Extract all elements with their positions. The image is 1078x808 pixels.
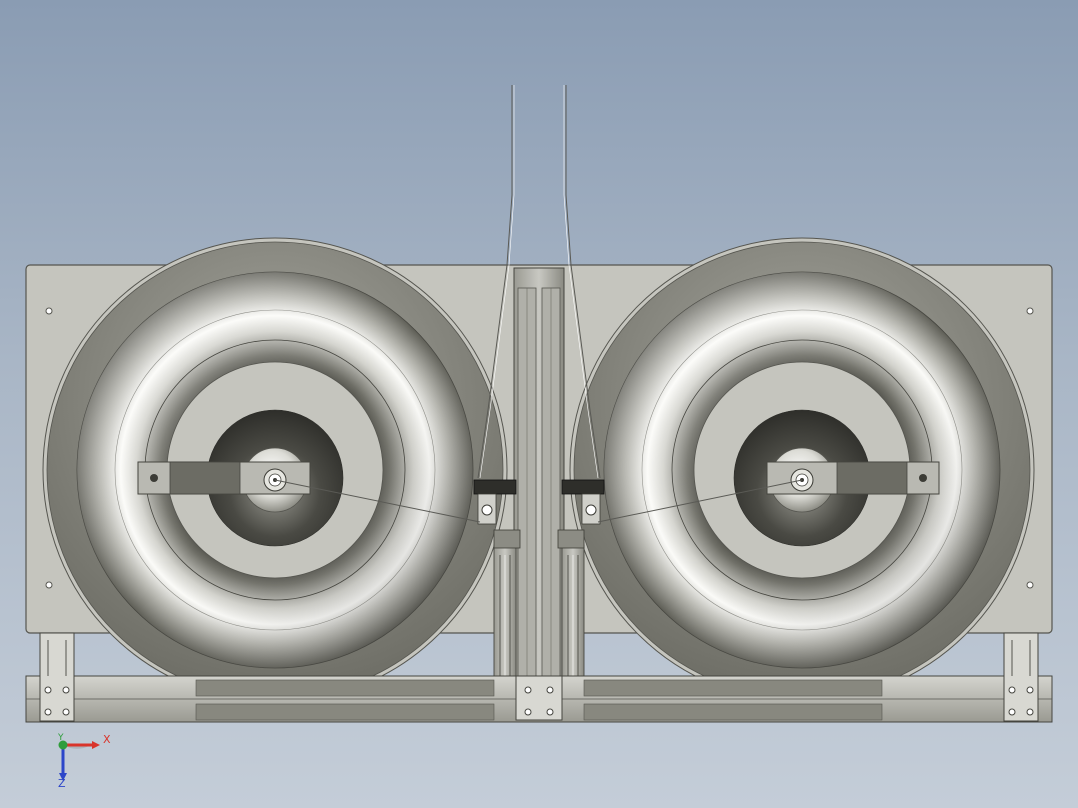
axis-z-label: Z: [58, 777, 66, 790]
axis-x-label: X: [103, 733, 111, 746]
crank-arm-right: [766, 461, 940, 495]
cad-viewport[interactable]: X Y Z: [0, 0, 1078, 808]
cad-assembly-drawing[interactable]: [0, 0, 1078, 808]
center-frame: [513, 267, 565, 721]
center-post-blocks: [515, 675, 563, 721]
axis-y-label: Y: [58, 733, 64, 743]
coordinate-triad-icon: [58, 740, 100, 781]
crank-arm-left: [137, 461, 311, 495]
corner-post-left: [39, 632, 75, 722]
corner-post-right: [1003, 632, 1039, 722]
